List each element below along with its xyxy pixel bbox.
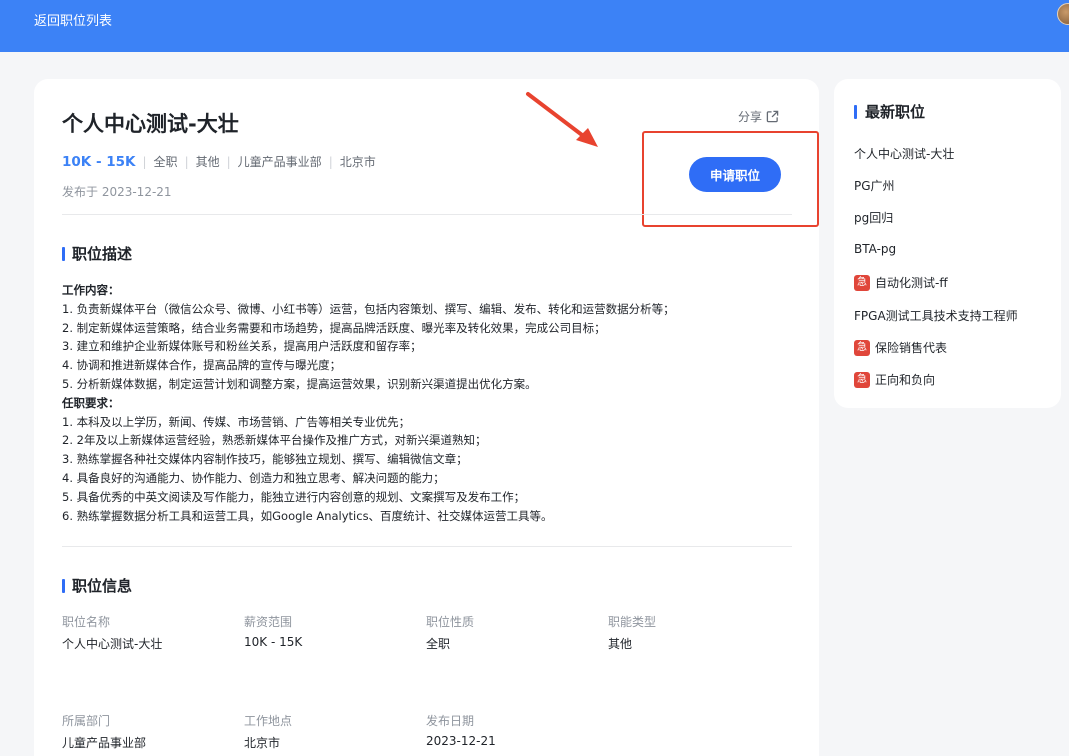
latest-job-item[interactable]: FPGA测试工具技术支持工程师 [854, 307, 1018, 324]
description-line: 3. 熟练掌握各种社交媒体内容制作技巧，能够独立规划、撰写、编辑微信文章； [62, 452, 468, 467]
info-value-function-type: 其他 [608, 637, 633, 651]
urgent-badge: 急 [854, 274, 870, 291]
description-line: 4. 具备良好的沟通能力、协作能力、创造力和独立思考、解决问题的能力； [62, 470, 445, 485]
description-line: 5. 具备优秀的中英文阅读及写作能力，能独立进行内容创意的规划、文案撰写及发布工… [62, 489, 526, 504]
job-title: 个人中心测试-大壮 [62, 112, 239, 136]
info-label-function-type: 职能类型 [608, 615, 657, 629]
divider [62, 214, 792, 215]
info-value-department: 儿童产品事业部 [62, 736, 147, 750]
meta-separator: | [184, 154, 189, 169]
section-marker [854, 104, 857, 119]
info-label-salary: 薪资范围 [244, 615, 293, 629]
job-description: 工作内容： 1. 负责新媒体平台（微信公众号、微博、小红书等）运营，包括内容策划、… [62, 281, 792, 525]
description-heading: 工作内容： [62, 283, 120, 297]
urgent-badge: 急 [854, 339, 870, 356]
section-title-text: 职位信息 [72, 577, 133, 595]
latest-job-label: 个人中心测试-大壮 [854, 147, 955, 161]
info-label-job-name: 职位名称 [62, 615, 111, 629]
top-bar: 返回职位列表 [0, 0, 1069, 52]
job-department: 儿童产品事业部 [237, 155, 322, 169]
info-value-salary: 10K - 15K [244, 635, 303, 649]
section-title-text: 职位描述 [72, 245, 133, 263]
info-value-job-nature: 全职 [426, 637, 451, 651]
meta-separator: | [142, 154, 147, 169]
description-line: 2. 2年及以上新媒体运营经验，熟悉新媒体平台操作及推广方式，对新兴渠道熟知； [62, 433, 487, 448]
latest-jobs-title: 最新职位 [854, 101, 925, 122]
latest-job-label: pg回归 [854, 211, 894, 225]
description-section-title: 职位描述 [62, 243, 132, 264]
latest-job-label: 自动化测试-ff [875, 276, 948, 290]
latest-job-label: FPGA测试工具技术支持工程师 [854, 309, 1018, 323]
divider [62, 546, 792, 547]
latest-job-item[interactable]: 急自动化测试-ff [854, 274, 948, 291]
info-value-job-name: 个人中心测试-大壮 [62, 637, 163, 651]
latest-job-item[interactable]: BTA-pg [854, 242, 896, 256]
latest-jobs-title-text: 最新职位 [865, 103, 926, 121]
latest-job-item[interactable]: PG广州 [854, 177, 895, 194]
annotation-highlight-box [642, 131, 819, 227]
back-to-job-list-link[interactable]: 返回职位列表 [34, 10, 112, 29]
latest-job-label: 保险销售代表 [875, 341, 948, 355]
latest-job-label: PG广州 [854, 179, 895, 193]
share-label: 分享 [738, 110, 763, 124]
section-marker [62, 578, 65, 593]
latest-job-item[interactable]: pg回归 [854, 209, 893, 226]
meta-separator: | [226, 154, 231, 169]
job-category: 其他 [195, 155, 220, 169]
latest-job-label: 正向和负向 [875, 373, 936, 387]
job-city: 北京市 [339, 155, 376, 169]
urgent-badge: 急 [854, 371, 870, 388]
info-value-location: 北京市 [244, 736, 281, 750]
latest-job-item[interactable]: 急正向和负向 [854, 371, 935, 388]
description-line: 5. 分析新媒体数据，制定运营计划和调整方案，提高运营效果，识别新兴渠道提出优化… [62, 376, 537, 391]
section-marker [62, 246, 65, 261]
info-section-title: 职位信息 [62, 575, 132, 596]
meta-separator: | [328, 154, 333, 169]
description-line: 1. 本科及以上学历，新闻、传媒、市场营销、广告等相关专业优先； [62, 414, 411, 429]
job-meta-row: 10K - 15K | 全职 | 其他 | 儿童产品事业部 | 北京市 [62, 153, 376, 170]
share-button[interactable]: 分享 [738, 108, 779, 125]
info-label-publish-date: 发布日期 [426, 714, 475, 728]
description-line: 4. 协调和推进新媒体合作，提高品牌的宣传与曝光度； [62, 358, 342, 373]
info-value-publish-date: 2023-12-21 [426, 734, 496, 748]
posted-date: 发布于 2023-12-21 [62, 185, 172, 199]
salary-range: 10K - 15K [62, 153, 136, 170]
annotation-arrow-icon [526, 92, 598, 147]
description-heading: 任职要求： [62, 395, 120, 410]
share-icon [766, 110, 779, 123]
description-line: 6. 熟练掌握数据分析工具和运营工具，如Google Analytics、百度统… [62, 508, 553, 523]
description-line: 2. 制定新媒体运营策略，结合业务需要和市场趋势，提高品牌活跃度、曝光率及转化效… [62, 320, 606, 335]
info-label-department: 所属部门 [62, 714, 111, 728]
info-label-location: 工作地点 [244, 714, 293, 728]
info-label-job-nature: 职位性质 [426, 615, 475, 629]
job-type: 全职 [153, 155, 178, 169]
description-line: 3. 建立和维护企业新媒体账号和粉丝关系，提高用户活跃度和留存率； [62, 339, 422, 354]
description-line: 1. 负责新媒体平台（微信公众号、微博、小红书等）运营，包括内容策划、撰写、编辑… [62, 301, 675, 316]
latest-job-item[interactable]: 急保险销售代表 [854, 339, 947, 356]
latest-job-item[interactable]: 个人中心测试-大壮 [854, 145, 954, 162]
latest-job-label: BTA-pg [854, 242, 897, 256]
